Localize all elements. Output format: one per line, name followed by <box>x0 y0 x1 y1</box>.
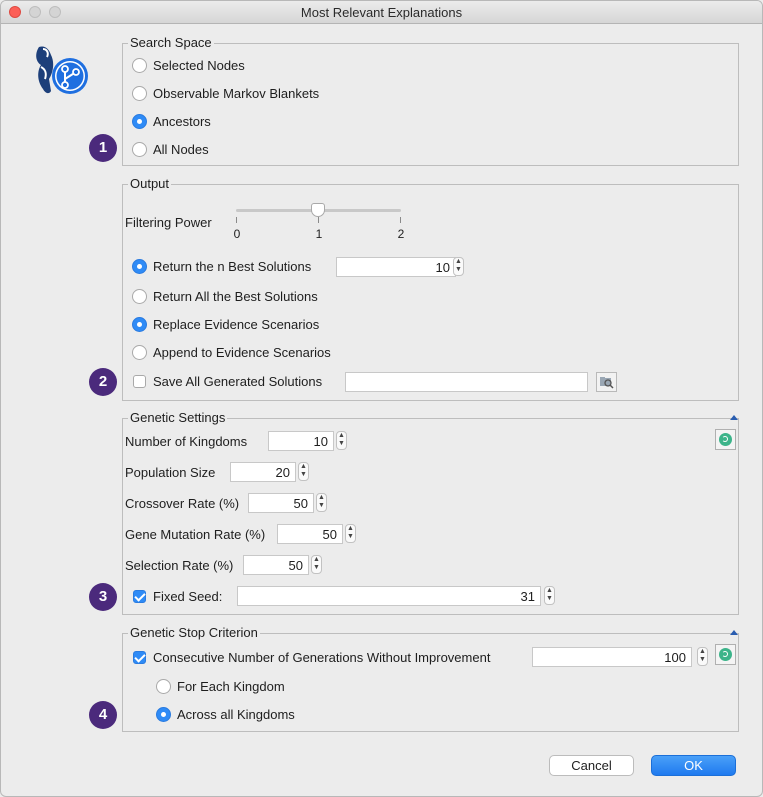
radio-append-scenarios[interactable]: Append to Evidence Scenarios <box>132 345 331 360</box>
selection-label: Selection Rate (%) <box>125 558 234 573</box>
radio-label: All Nodes <box>153 142 209 157</box>
radio-label: Selected Nodes <box>153 58 245 73</box>
ok-button[interactable]: OK <box>651 755 736 776</box>
slider-thumb[interactable] <box>311 203 325 217</box>
refresh-icon <box>719 648 732 661</box>
crossover-stepper[interactable]: ▲ ▼ <box>316 493 327 512</box>
kingdoms-input[interactable]: 10 <box>268 431 334 451</box>
reset-stop-criterion-button[interactable] <box>715 644 736 665</box>
radio-button[interactable] <box>132 259 147 274</box>
radio-ancestors[interactable]: Ancestors <box>132 114 211 129</box>
population-stepper[interactable]: ▲ ▼ <box>298 462 309 481</box>
checkbox-label: Consecutive Number of Generations Withou… <box>153 650 491 665</box>
radio-replace-scenarios[interactable]: Replace Evidence Scenarios <box>132 317 319 332</box>
genetic-settings-legend: Genetic Settings <box>128 410 228 425</box>
radio-return-n-best[interactable]: Return the n Best Solutions <box>132 259 311 274</box>
step-badge-4: 4 <box>89 701 117 729</box>
radio-button[interactable] <box>156 679 171 694</box>
cancel-button[interactable]: Cancel <box>549 755 634 776</box>
slider-tick-label: 1 <box>315 227 323 241</box>
n-best-stepper[interactable]: ▲ ▼ <box>453 257 464 276</box>
population-label: Population Size <box>125 465 216 480</box>
selection-input[interactable]: 50 <box>243 555 309 575</box>
radio-button[interactable] <box>156 707 171 722</box>
fixed-seed-input[interactable]: 31 <box>237 586 541 606</box>
fixed-seed-checkbox[interactable]: Fixed Seed: <box>133 589 222 604</box>
output-group: Output Filtering Power 0 1 2 Return the … <box>122 176 739 401</box>
checkbox[interactable] <box>133 375 146 388</box>
radio-label: Ancestors <box>153 114 211 129</box>
filtering-power-label: Filtering Power <box>125 215 212 230</box>
radio-return-all-best[interactable]: Return All the Best Solutions <box>132 289 318 304</box>
slider-tick <box>236 217 237 223</box>
browse-file-button[interactable] <box>596 372 617 392</box>
search-space-legend: Search Space <box>128 35 214 50</box>
save-solutions-path-input[interactable] <box>345 372 588 392</box>
radio-observable-markov-blankets[interactable]: Observable Markov Blankets <box>132 86 319 101</box>
radio-button[interactable] <box>132 114 147 129</box>
step-badge-1: 1 <box>89 134 117 162</box>
radio-label: Observable Markov Blankets <box>153 86 320 101</box>
kingdoms-stepper[interactable]: ▲ ▼ <box>336 431 347 450</box>
radio-across-all-kingdoms[interactable]: Across all Kingdoms <box>156 707 295 722</box>
radio-label: Across all Kingdoms <box>177 707 295 722</box>
radio-button[interactable] <box>132 86 147 101</box>
search-space-group: Search Space Selected Nodes Observable M… <box>122 35 739 166</box>
consecutive-generations-checkbox[interactable]: Consecutive Number of Generations Withou… <box>133 650 490 665</box>
radio-button[interactable] <box>132 345 147 360</box>
selection-stepper[interactable]: ▲ ▼ <box>311 555 322 574</box>
app-logo-icon <box>36 46 88 94</box>
slider-tick <box>400 217 401 223</box>
crossover-label: Crossover Rate (%) <box>125 496 240 511</box>
radio-label: Append to Evidence Scenarios <box>153 345 331 360</box>
crossover-input[interactable]: 50 <box>248 493 314 513</box>
kingdoms-label: Number of Kingdoms <box>125 434 248 449</box>
fixed-seed-stepper[interactable]: ▲ ▼ <box>544 586 555 605</box>
radio-for-each-kingdom[interactable]: For Each Kingdom <box>156 679 285 694</box>
slider-tick <box>318 217 319 223</box>
output-legend: Output <box>128 176 172 191</box>
checkbox[interactable] <box>133 651 146 664</box>
mutation-input[interactable]: 50 <box>277 524 343 544</box>
radio-button[interactable] <box>132 142 147 157</box>
checkbox[interactable] <box>133 590 146 603</box>
window-title: Most Relevant Explanations <box>300 5 463 20</box>
radio-selected-nodes[interactable]: Selected Nodes <box>132 58 245 73</box>
collapse-arrow-icon[interactable] <box>730 415 738 420</box>
slider-tick-label: 2 <box>397 227 405 241</box>
slider-tick-label: 0 <box>233 227 241 241</box>
radio-button[interactable] <box>132 58 147 73</box>
step-badge-2: 2 <box>89 368 117 396</box>
radio-button[interactable] <box>132 289 147 304</box>
refresh-icon <box>719 433 732 446</box>
checkbox-label: Fixed Seed: <box>153 589 223 604</box>
radio-label: Return All the Best Solutions <box>153 289 318 304</box>
radio-all-nodes[interactable]: All Nodes <box>132 142 209 157</box>
title-bar: Most Relevant Explanations <box>1 1 762 24</box>
checkbox-label: Save All Generated Solutions <box>153 374 323 389</box>
generations-stepper[interactable]: ▲ ▼ <box>697 647 708 666</box>
genetic-settings-group: Genetic Settings Number of Kingdoms 10 ▲… <box>122 410 739 615</box>
radio-label: Return the n Best Solutions <box>153 259 312 274</box>
save-all-solutions-checkbox[interactable]: Save All Generated Solutions <box>133 374 322 389</box>
radio-label: Replace Evidence Scenarios <box>153 317 320 332</box>
n-best-input[interactable]: 10 <box>336 257 456 277</box>
mutation-stepper[interactable]: ▲ ▼ <box>345 524 356 543</box>
search-folder-icon <box>600 377 614 389</box>
dialog-window: Most Relevant Explanations 1 2 3 4 Searc… <box>0 0 763 797</box>
radio-button[interactable] <box>132 317 147 332</box>
mutation-label: Gene Mutation Rate (%) <box>125 527 266 542</box>
generations-input[interactable]: 100 <box>532 647 692 667</box>
stop-criterion-group: Genetic Stop Criterion Consecutive Numbe… <box>122 625 739 732</box>
reset-settings-button[interactable] <box>715 429 736 450</box>
population-input[interactable]: 20 <box>230 462 296 482</box>
radio-label: For Each Kingdom <box>177 679 285 694</box>
collapse-arrow-icon[interactable] <box>730 630 738 635</box>
step-badge-3: 3 <box>89 583 117 611</box>
stop-criterion-legend: Genetic Stop Criterion <box>128 625 260 640</box>
